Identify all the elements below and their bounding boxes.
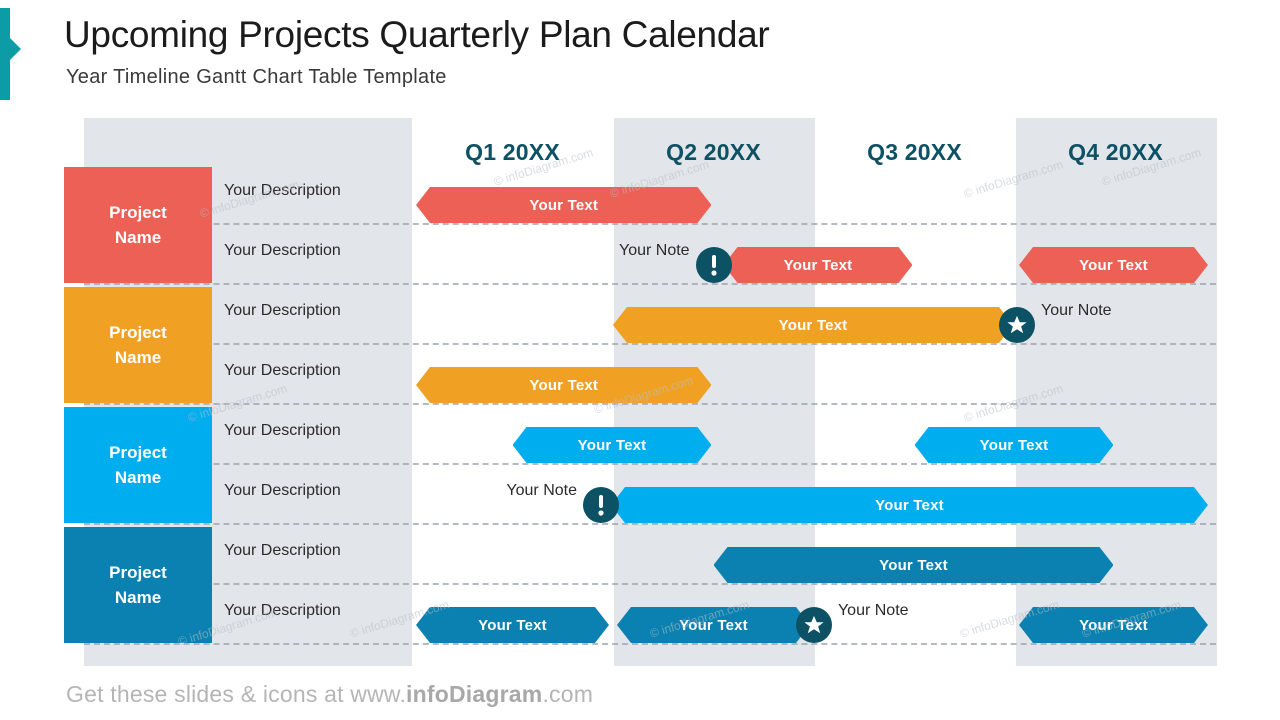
- task-description: Your Description: [224, 422, 341, 439]
- gantt-bar[interactable]: Your Text: [724, 247, 913, 283]
- project-name-line1: Project: [109, 202, 167, 222]
- star-note-marker[interactable]: [998, 307, 1035, 343]
- star-icon: [804, 615, 824, 634]
- note-label: Your Note: [1040, 302, 1112, 319]
- project-name-line1: Project: [109, 562, 167, 582]
- task-description: Your Description: [224, 542, 341, 559]
- project-name-line2: Name: [114, 588, 162, 607]
- gantt-bar[interactable]: Your Text: [1019, 607, 1208, 643]
- project-name-block[interactable]: Project Name: [64, 527, 212, 643]
- project-name-label: Project Name: [64, 527, 212, 643]
- footer-suffix: .com: [542, 681, 594, 707]
- project-name-block[interactable]: Project Name: [64, 407, 212, 523]
- project-name-block[interactable]: Project Name: [64, 167, 212, 283]
- star-note-marker[interactable]: [795, 607, 832, 643]
- footer-promo: Get these slides & icons at www.infoDiag…: [66, 681, 593, 708]
- task-description: Your Description: [224, 302, 341, 319]
- gantt-bar[interactable]: Your Text: [513, 427, 712, 463]
- project-name-block[interactable]: Project Name: [64, 287, 212, 403]
- star-icon: [1007, 315, 1027, 334]
- task-description: Your Description: [224, 242, 341, 259]
- project-name-line2: Name: [114, 348, 162, 367]
- exclamation-note-marker[interactable]: [695, 247, 732, 283]
- row-baseline: [84, 583, 1216, 585]
- quarter-header-1: Q1 20XX: [465, 139, 560, 165]
- gantt-bar[interactable]: Your Text: [617, 607, 810, 643]
- note-label: Your Note: [506, 482, 577, 499]
- exclamation-note-marker[interactable]: [582, 487, 619, 523]
- row-baseline: [84, 463, 1216, 465]
- quarter-header-4: Q4 20XX: [1068, 139, 1163, 165]
- row-baseline: [84, 223, 1216, 225]
- gantt-bar[interactable]: Your Text: [1019, 247, 1208, 283]
- gantt-bar[interactable]: Your Text: [915, 427, 1114, 463]
- gantt-bar[interactable]: Your Text: [416, 367, 711, 403]
- exclamation-icon: [710, 255, 717, 276]
- footer-brand: infoDiagram: [406, 681, 543, 707]
- project-name-line1: Project: [109, 442, 167, 462]
- gantt-bar[interactable]: Your Text: [416, 607, 609, 643]
- gantt-chart: Q1 20XX Q2 20XX Q3 20XX Q4 20XX Your Descri…: [0, 0, 1280, 720]
- project-name-line2: Name: [114, 228, 162, 247]
- task-description: Your Description: [224, 602, 341, 619]
- row-baseline: [84, 643, 1216, 645]
- exclamation-icon: [598, 495, 604, 516]
- project-name-line1: Project: [109, 322, 167, 342]
- project-name-line2: Name: [114, 468, 162, 487]
- gantt-bar[interactable]: Your Text: [611, 487, 1208, 523]
- gantt-bar[interactable]: Your Text: [613, 307, 1013, 343]
- footer-prefix: Get these slides & icons at www.: [66, 681, 407, 707]
- task-description: Your Description: [224, 362, 341, 379]
- quarter-header-3: Q3 20XX: [867, 139, 962, 165]
- gantt-bar[interactable]: Your Text: [714, 547, 1114, 583]
- row-baseline: [84, 523, 1216, 525]
- row-baseline: [84, 343, 1216, 345]
- row-baseline: [84, 283, 1216, 285]
- project-name-label: Project Name: [64, 287, 212, 403]
- note-label: Your Note: [618, 242, 690, 259]
- project-name-label: Project Name: [64, 407, 212, 523]
- note-label: Your Note: [837, 602, 909, 619]
- row-baseline: [84, 403, 1216, 405]
- project-name-label: Project Name: [64, 167, 212, 283]
- task-description: Your Description: [224, 482, 341, 499]
- task-description: Your Description: [224, 182, 341, 199]
- gantt-bar[interactable]: Your Text: [416, 187, 711, 223]
- quarter-header-2: Q2 20XX: [666, 139, 761, 165]
